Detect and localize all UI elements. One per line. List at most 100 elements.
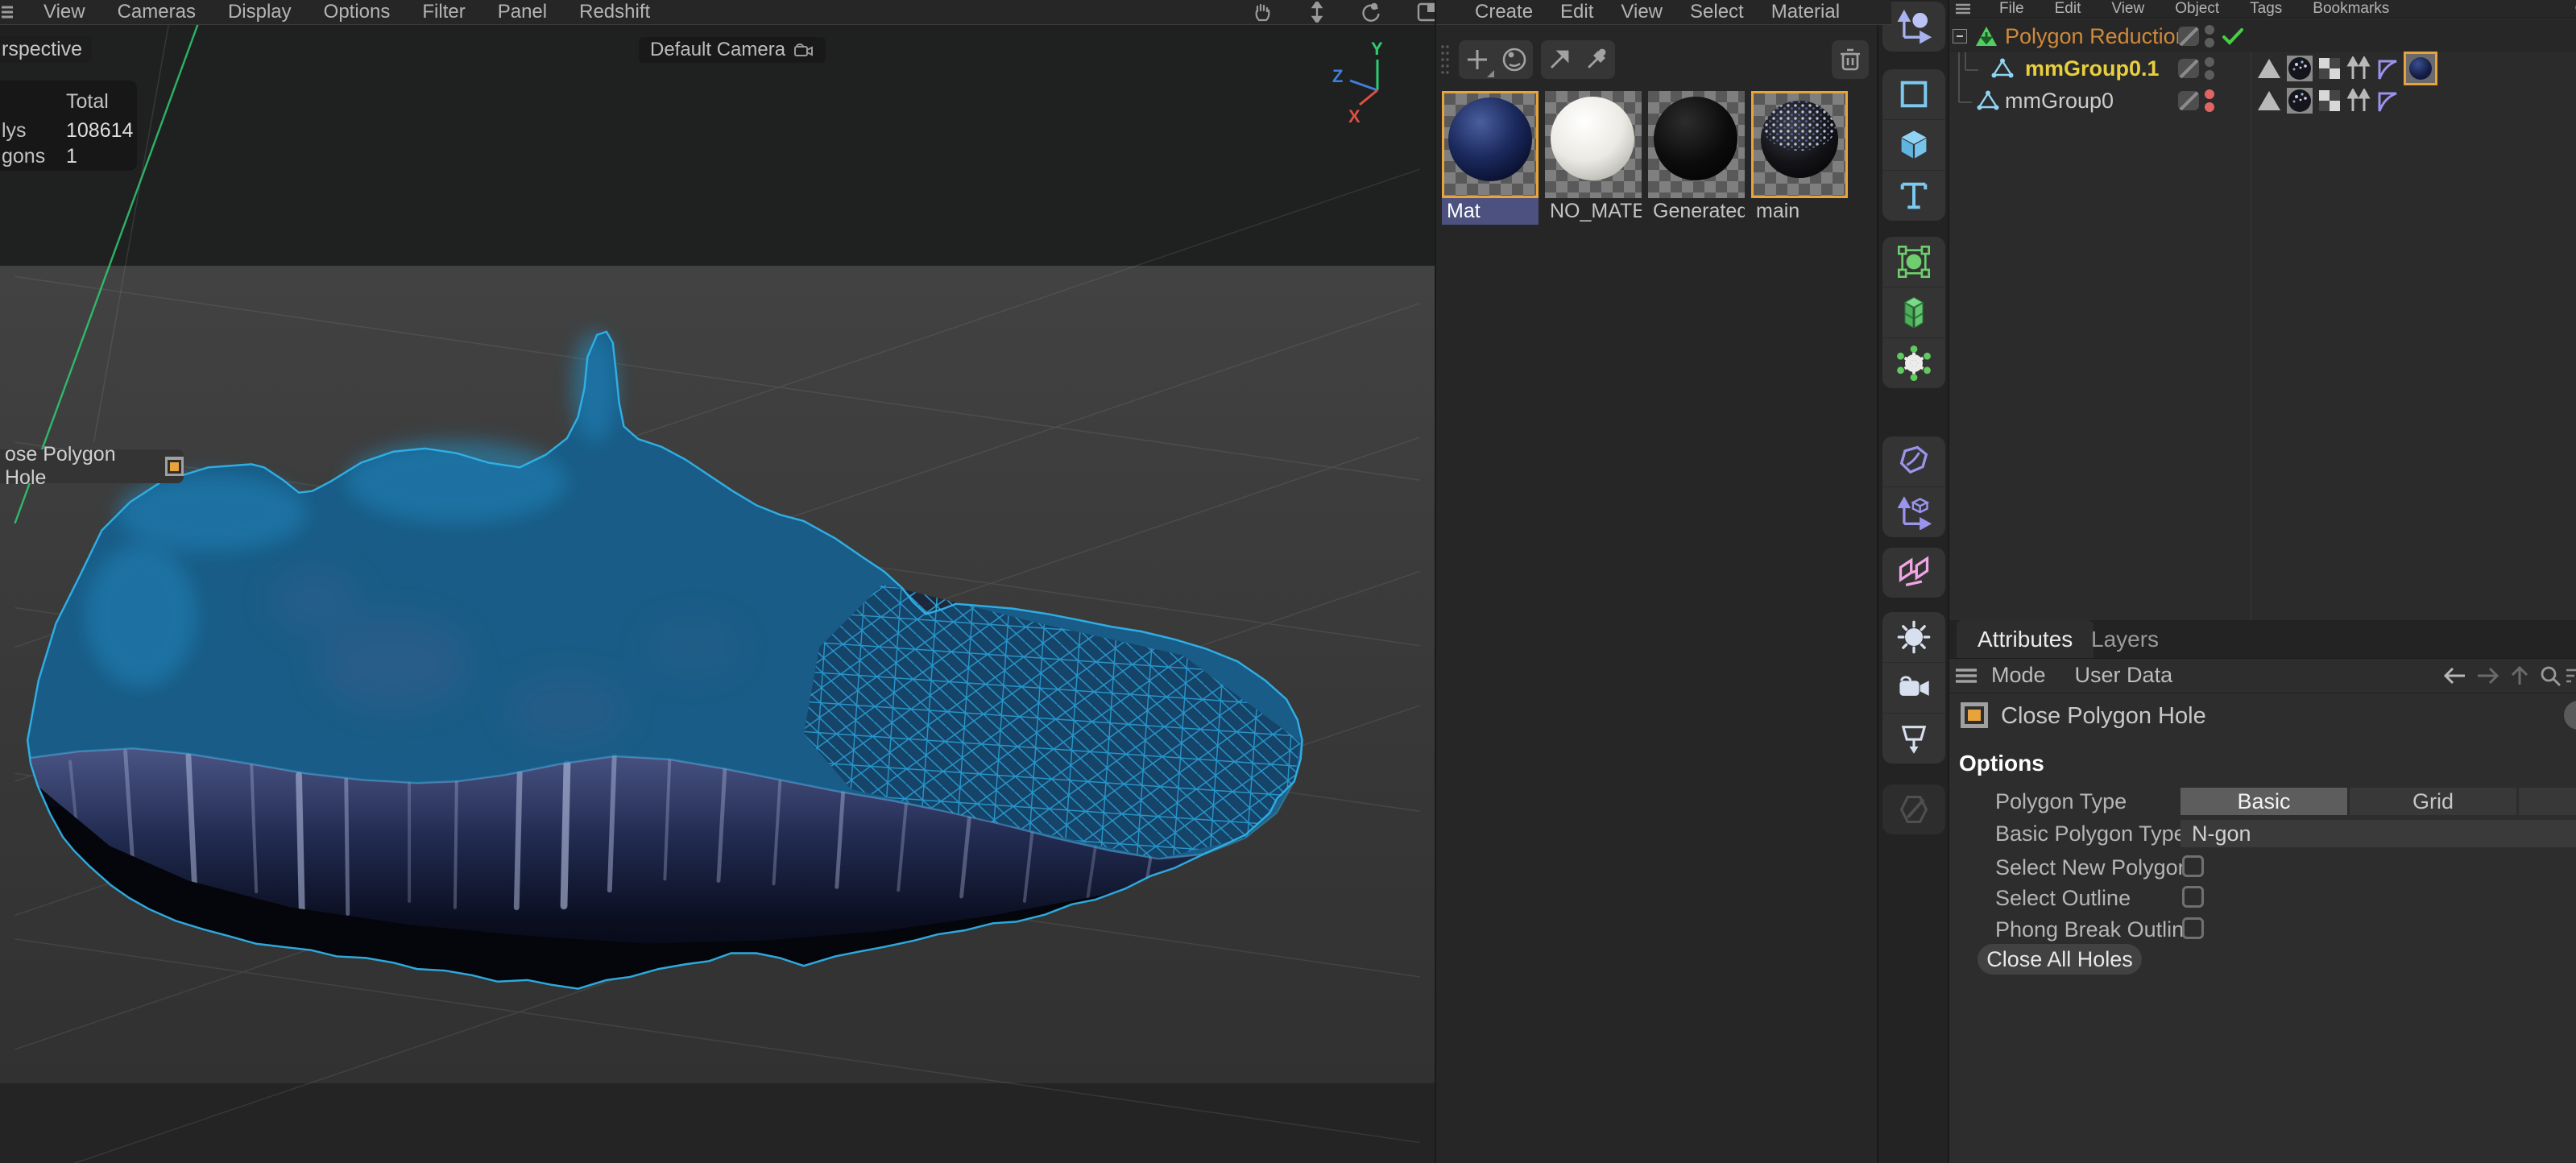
filter-icon-clipped[interactable] (2566, 667, 2576, 685)
attribute-menu-icon[interactable] (1956, 667, 1977, 685)
select-outline-checkbox[interactable] (2182, 886, 2204, 908)
material-menu-edit[interactable]: Edit (1559, 1, 1595, 23)
apply-material-button[interactable] (1541, 40, 1578, 79)
delete-material-button[interactable] (1832, 40, 1869, 79)
expand-toggle-icon[interactable] (1953, 29, 1967, 43)
material-item-no-material[interactable]: NO_MATERIAL (1545, 91, 1642, 225)
pan-view-icon[interactable] (1251, 2, 1274, 23)
text-tool-button[interactable] (1882, 171, 1945, 221)
viewport-panel[interactable]: View Cameras Display Options Filter Pane… (0, 0, 1435, 1163)
maximize-view-icon[interactable] (1417, 2, 1435, 23)
visibility-dots[interactable] (2205, 25, 2214, 48)
basic-polygon-type-dropdown[interactable]: N-gon (2180, 820, 2576, 847)
uvw-tag-icon[interactable] (2318, 89, 2341, 112)
material-menu-select[interactable]: Select (1688, 1, 1746, 23)
move-tool-button[interactable] (1882, 2, 1945, 52)
uvw-tag-icon[interactable] (2318, 57, 2341, 80)
help-button-clipped[interactable] (2564, 701, 2576, 730)
om-menu-view[interactable]: View (2110, 0, 2146, 18)
object-name[interactable]: Polygon Reduction (2005, 24, 2188, 49)
tab-layers[interactable]: Layers (2070, 620, 2180, 658)
active-camera-pill[interactable]: Default Camera (639, 37, 826, 63)
phong-break-outline-checkbox[interactable] (2182, 917, 2204, 939)
attribute-search-icon[interactable] (2539, 664, 2562, 687)
material-menu-material[interactable]: Material (1770, 1, 1841, 23)
check-enabled-icon[interactable] (2222, 27, 2243, 45)
field-axis-tool-button[interactable] (1882, 487, 1945, 537)
stage-tool-button[interactable] (1882, 714, 1945, 764)
default-material-button[interactable] (1496, 40, 1533, 79)
om-menu-file[interactable]: File (1998, 0, 2026, 18)
object-manager-menu-icon[interactable] (1956, 2, 1970, 15)
material-menu-view[interactable]: View (1619, 1, 1664, 23)
material-menu-create[interactable]: Create (1473, 1, 1534, 23)
enable-toggle-icon[interactable] (2178, 27, 2199, 46)
polygon-object-icon (1991, 58, 2014, 79)
simulation-tool-button[interactable] (1882, 338, 1945, 388)
history-back-icon[interactable] (2442, 666, 2466, 685)
history-forward-icon[interactable] (2476, 666, 2500, 685)
object-row-mmgroup0-1[interactable]: mmGroup0.1 (1949, 52, 2576, 85)
viewport-menu-panel[interactable]: Panel (496, 1, 549, 23)
environment-tool-button[interactable] (1882, 612, 1945, 663)
om-menu-bookmarks[interactable]: Bookmarks (2311, 0, 2391, 18)
om-menu-object[interactable]: Object (2173, 0, 2221, 18)
view-name-label: rspective (0, 36, 92, 63)
rotate-view-icon[interactable] (1360, 2, 1381, 23)
material-item-generated[interactable]: Generated (1648, 91, 1745, 225)
material-item-main[interactable]: main (1751, 91, 1848, 225)
close-all-holes-button[interactable]: Close All Holes (1978, 944, 2142, 975)
texture-tag-icon[interactable] (2286, 87, 2313, 114)
visibility-dots[interactable] (2205, 57, 2214, 80)
polygon-type-extra-button-clipped[interactable] (2519, 788, 2576, 815)
object-name[interactable]: mmGroup0 (2005, 89, 2114, 114)
polygon-type-grid-button[interactable]: Grid (2350, 788, 2516, 815)
select-new-polygons-checkbox[interactable] (2182, 855, 2204, 877)
viewport-menu-redshift[interactable]: Redshift (578, 1, 652, 23)
cube-primitive-tool-button[interactable] (1882, 120, 1945, 171)
texture-tag-icon[interactable] (2286, 55, 2313, 82)
visibility-dots-red[interactable] (2205, 89, 2214, 112)
viewport-3d-scene[interactable] (0, 24, 1435, 1163)
smoothing-tag-icon[interactable] (2376, 89, 2399, 113)
object-name[interactable]: mmGroup0.1 (2025, 56, 2160, 81)
wireframe-shoe-model[interactable] (15, 332, 1309, 1140)
attribute-user-data-menu[interactable]: User Data (2075, 663, 2173, 688)
om-menu-tags[interactable]: Tags (2248, 0, 2284, 18)
attribute-mode-menu[interactable]: Mode (1991, 663, 2046, 688)
viewport-menu-cameras[interactable]: Cameras (116, 1, 197, 23)
volume-builder-tool-button[interactable] (1882, 288, 1945, 338)
options-section-heading[interactable]: Options (1959, 751, 2044, 776)
enable-toggle-icon[interactable] (2178, 91, 2199, 110)
smoothing-tag-icon[interactable] (2376, 56, 2399, 81)
mograph-tool-button[interactable] (1882, 548, 1945, 598)
enable-toggle-icon[interactable] (2178, 59, 2199, 78)
svg-text:Y: Y (1371, 40, 1383, 59)
viewport-menu-filter[interactable]: Filter (420, 1, 466, 23)
camera-tool-button[interactable] (1882, 663, 1945, 714)
viewport-menu-icon[interactable] (2, 4, 13, 20)
bend-deformer-tool-button[interactable] (1882, 437, 1945, 487)
material-tag-selected[interactable] (2404, 52, 2437, 85)
viewport-menu-view[interactable]: View (42, 1, 87, 23)
object-row-polygon-reduction[interactable]: Polygon Reduction (1949, 20, 2576, 52)
object-row-mmgroup0[interactable]: mmGroup0 (1949, 85, 2576, 117)
polygon-type-basic-button[interactable]: Basic (2180, 788, 2347, 815)
toolbar-drag-handle[interactable] (1439, 42, 1451, 77)
subdivision-surface-tool-button[interactable] (1882, 237, 1945, 288)
viewport-menu-display[interactable]: Display (226, 1, 293, 23)
parent-up-icon[interactable] (2510, 665, 2529, 686)
pick-material-button[interactable] (1578, 40, 1615, 79)
spline-rectangle-tool-button[interactable] (1882, 69, 1945, 120)
zoom-view-icon[interactable] (1309, 2, 1325, 23)
close-polygon-hole-tool-icon[interactable] (165, 457, 184, 476)
material-item-mat[interactable]: Mat (1442, 91, 1539, 225)
arrow-up-right-icon (1548, 48, 1571, 71)
normals-tag-icon[interactable] (2346, 89, 2371, 113)
normals-tag-icon[interactable] (2346, 56, 2371, 81)
om-menu-edit[interactable]: Edit (2053, 0, 2083, 18)
phong-tag-icon[interactable] (2257, 89, 2281, 112)
phong-tag-icon[interactable] (2257, 57, 2281, 80)
viewport-menu-options[interactable]: Options (322, 1, 392, 23)
new-material-button[interactable] (1459, 40, 1496, 79)
